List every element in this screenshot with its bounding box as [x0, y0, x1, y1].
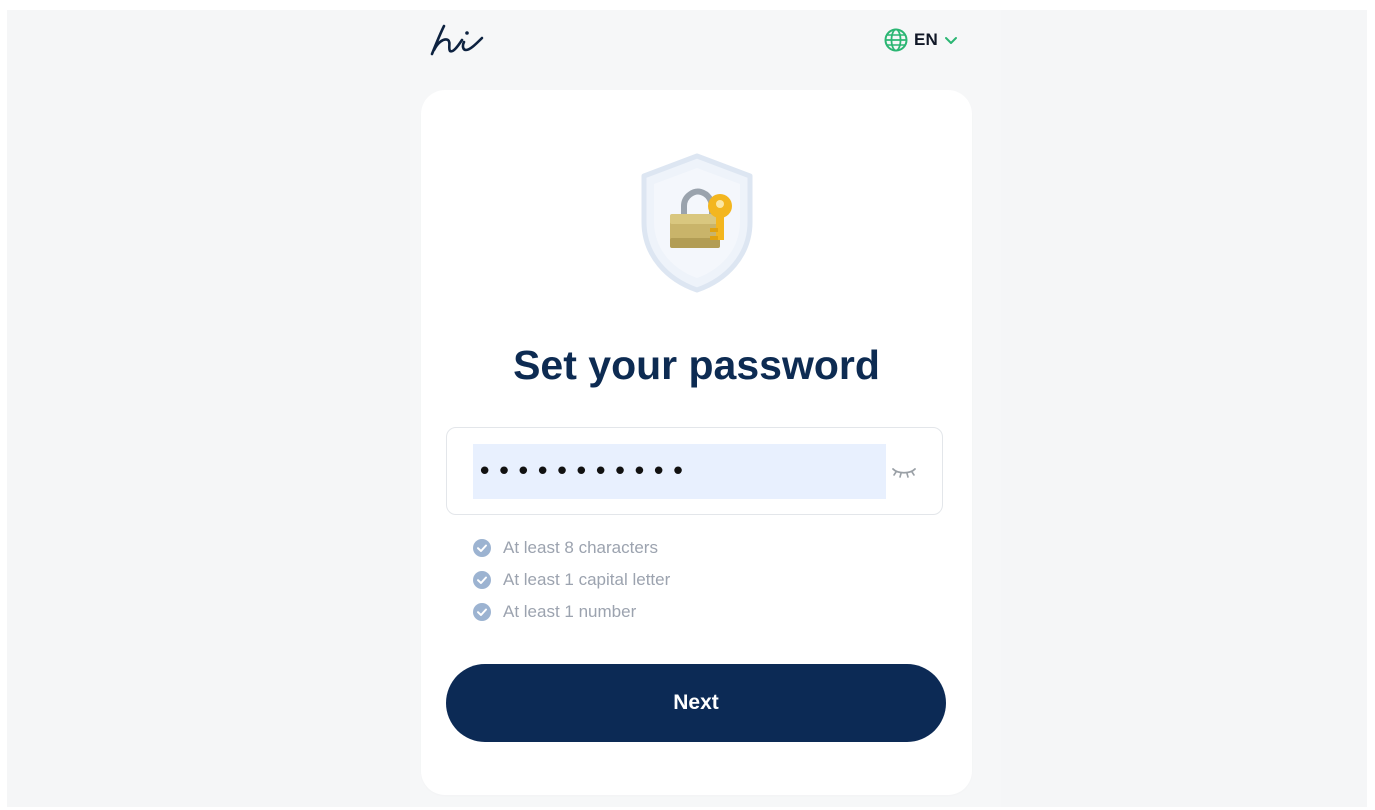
page-title: Set your password [513, 342, 880, 388]
requirement-label: At least 1 number [503, 602, 637, 621]
language-selector[interactable]: EN [884, 26, 958, 54]
hi-logo[interactable]: hi [426, 20, 490, 60]
check-circle-icon [473, 603, 491, 621]
chevron-down-icon [945, 37, 958, 44]
top-header: hi EN [410, 10, 1001, 80]
requirement-item: At least 1 capital letter [473, 564, 670, 596]
app-background: hi EN [7, 10, 1367, 807]
password-requirements: At least 8 characters At least 1 capital… [473, 532, 670, 628]
requirement-item: At least 8 characters [473, 532, 670, 564]
shield-lock-key-icon [641, 153, 753, 293]
requirement-item: At least 1 number [473, 596, 670, 628]
globe-icon [884, 28, 908, 52]
next-button[interactable]: Next [446, 664, 946, 742]
requirement-label: At least 1 capital letter [503, 570, 671, 589]
password-card: Set your password At least 8 [421, 90, 972, 795]
language-label: EN [914, 30, 939, 49]
password-field [446, 427, 943, 515]
password-input[interactable] [473, 444, 886, 499]
requirement-label: At least 8 characters [503, 538, 658, 557]
check-circle-icon [473, 539, 491, 557]
check-circle-icon [473, 571, 491, 589]
eye-closed-icon[interactable] [890, 460, 918, 482]
content-column: hi EN [410, 10, 1001, 807]
